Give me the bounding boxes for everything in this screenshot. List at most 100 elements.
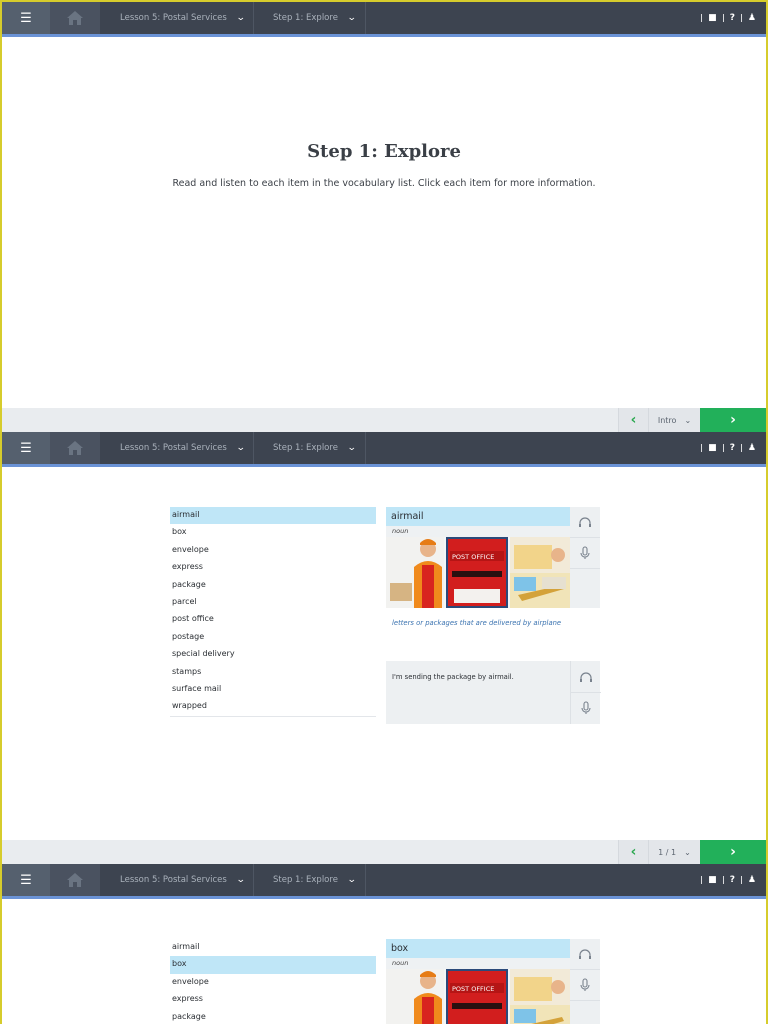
divider [722, 14, 724, 22]
vocab-item[interactable]: express [170, 559, 376, 576]
help-icon[interactable]: ? [730, 443, 735, 453]
topbar-tools: ■ ? ♟ [701, 864, 756, 896]
listen-example-button[interactable] [571, 661, 601, 692]
vocab-item[interactable]: box [170, 956, 376, 974]
record-button[interactable] [570, 970, 600, 1001]
vocabulary-list: airmail box envelope express package par… [170, 507, 376, 717]
headphones-icon [579, 949, 591, 959]
word-title: airmail [386, 507, 570, 526]
lesson-dropdown[interactable]: Lesson 5: Postal Services ⌄ [100, 432, 254, 464]
next-button[interactable]: › [700, 408, 766, 432]
word-illustration: POST OFFICE [386, 969, 570, 1024]
headphones-icon [579, 517, 591, 527]
listen-button[interactable] [570, 507, 600, 538]
postal-illustration: POST OFFICE [386, 537, 570, 608]
step-dropdown[interactable]: Step 1: Explore ⌄ [254, 864, 366, 896]
chevron-down-icon: ⌄ [346, 443, 357, 453]
vocab-item[interactable]: parcel [170, 594, 376, 611]
headphones-icon [580, 671, 592, 682]
vocab-item[interactable]: package [170, 1009, 376, 1024]
audio-controls [570, 939, 600, 1024]
accent-line [2, 34, 766, 37]
user-icon[interactable]: ♟ [748, 875, 756, 885]
vocab-item[interactable]: stamps [170, 664, 376, 681]
microphone-icon [580, 546, 590, 559]
screen-intro: ☰ Lesson 5: Postal Services ⌄ Step 1: Ex… [0, 0, 768, 432]
home-icon [67, 441, 83, 455]
accent-line [2, 896, 766, 899]
hamburger-icon: ☰ [20, 10, 32, 26]
menu-button[interactable]: ☰ [2, 2, 50, 34]
vocab-item[interactable]: special delivery [170, 646, 376, 663]
vocab-item[interactable]: airmail [170, 939, 376, 956]
audio-controls [570, 507, 600, 608]
hamburger-icon: ☰ [20, 872, 32, 888]
vocab-item[interactable]: box [170, 524, 376, 541]
postal-illustration: POST OFFICE [386, 969, 570, 1024]
book-icon[interactable]: ■ [708, 875, 717, 885]
vocab-item[interactable]: post office [170, 611, 376, 628]
lesson-dropdown[interactable]: Lesson 5: Postal Services ⌄ [100, 864, 254, 896]
vocab-item[interactable]: envelope [170, 542, 376, 559]
vocabulary-list: airmail box envelope express package [170, 939, 376, 1024]
book-icon[interactable]: ■ [708, 443, 717, 453]
vocab-item[interactable]: wrapped [170, 698, 376, 715]
word-detail-panel: box noun POST OFFICE [386, 939, 600, 1024]
user-icon[interactable]: ♟ [748, 443, 756, 453]
divider [722, 444, 724, 452]
divider [740, 876, 742, 884]
page-select[interactable]: Intro ⌄ [648, 408, 700, 432]
bottom-navigation-bar: ‹ Intro ⌄ › [2, 408, 766, 432]
step-dropdown[interactable]: Step 1: Explore ⌄ [254, 2, 366, 34]
word-title: box [386, 939, 570, 958]
vocab-item[interactable]: express [170, 991, 376, 1008]
hamburger-icon: ☰ [20, 440, 32, 456]
chevron-down-icon: ⌄ [235, 443, 246, 453]
screen-vocabulary-box: ☰ Lesson 5: Postal Services ⌄ Step 1: Ex… [0, 864, 768, 1024]
previous-button[interactable]: ‹ [618, 408, 648, 432]
microphone-icon [580, 978, 590, 991]
home-button[interactable] [50, 432, 100, 464]
microphone-icon [581, 701, 591, 714]
accent-line [2, 464, 766, 467]
lesson-label: Lesson 5: Postal Services [120, 443, 227, 453]
step-dropdown[interactable]: Step 1: Explore ⌄ [254, 432, 366, 464]
chevron-down-icon: ⌄ [346, 875, 357, 885]
page-select[interactable]: 1 / 1 ⌄ [648, 840, 700, 864]
divider [701, 876, 703, 884]
listen-button[interactable] [570, 939, 600, 970]
topbar-tools: ■ ? ♟ [701, 432, 756, 464]
vocab-item[interactable]: surface mail [170, 681, 376, 698]
help-icon[interactable]: ? [730, 875, 735, 885]
home-button[interactable] [50, 864, 100, 896]
home-button[interactable] [50, 2, 100, 34]
lesson-dropdown[interactable]: Lesson 5: Postal Services ⌄ [100, 2, 254, 34]
page-title: Step 1: Explore [307, 141, 461, 162]
chevron-down-icon: ⌄ [235, 875, 246, 885]
screen-vocabulary: ☰ Lesson 5: Postal Services ⌄ Step 1: Ex… [0, 432, 768, 864]
post-office-sign: POST OFFICE [452, 553, 494, 561]
record-example-button[interactable] [571, 692, 601, 723]
step-label: Step 1: Explore [273, 443, 338, 453]
previous-button[interactable]: ‹ [618, 840, 648, 864]
divider [701, 14, 703, 22]
instructions-text: Read and listen to each item in the voca… [172, 178, 596, 189]
help-icon[interactable]: ? [730, 13, 735, 23]
menu-button[interactable]: ☰ [2, 864, 50, 896]
book-icon[interactable]: ■ [708, 13, 717, 23]
menu-button[interactable]: ☰ [2, 432, 50, 464]
chevron-right-icon: › [730, 412, 736, 428]
bottom-navigation-bar: ‹ 1 / 1 ⌄ › [2, 840, 766, 864]
post-office-sign: POST OFFICE [452, 985, 494, 993]
divider [722, 876, 724, 884]
divider [701, 444, 703, 452]
record-button[interactable] [570, 538, 600, 569]
vocab-item[interactable]: package [170, 577, 376, 594]
vocab-item[interactable]: postage [170, 629, 376, 646]
chevron-left-icon: ‹ [630, 844, 637, 860]
vocab-item[interactable]: airmail [170, 507, 376, 525]
divider [740, 14, 742, 22]
vocab-item[interactable]: envelope [170, 974, 376, 991]
next-button[interactable]: › [700, 840, 766, 864]
user-icon[interactable]: ♟ [748, 13, 756, 23]
